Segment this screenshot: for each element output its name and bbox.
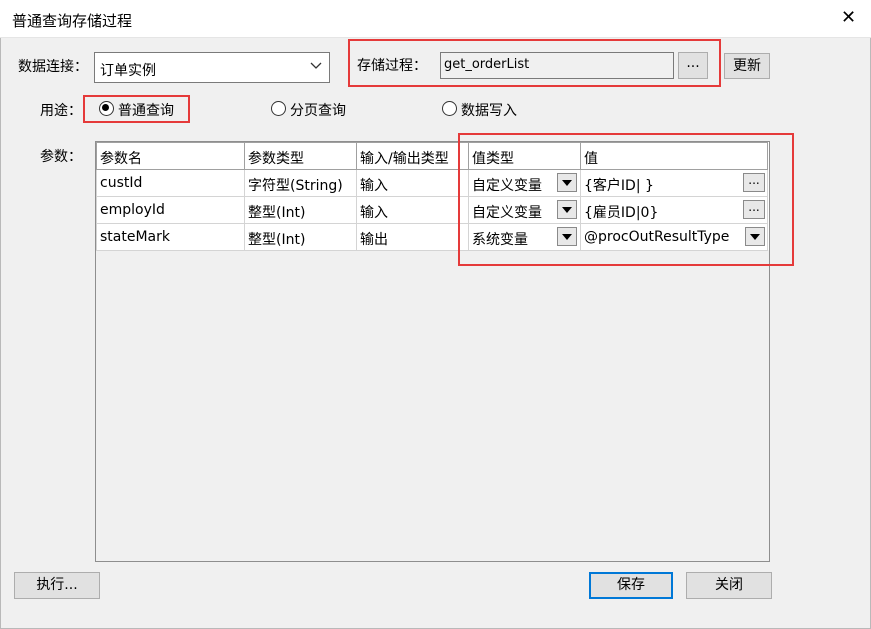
col-header-type[interactable]: 参数类型	[244, 142, 357, 170]
usage-label: 用途：	[40, 103, 82, 119]
connection-select[interactable]: 订单实例	[94, 52, 330, 83]
param-name-cell[interactable]: custId	[96, 169, 245, 197]
refresh-button[interactable]: 更新	[724, 53, 770, 79]
execute-button[interactable]: 执行...	[14, 572, 100, 599]
col-header-name[interactable]: 参数名	[96, 142, 245, 170]
procedure-highlight-box	[348, 39, 721, 87]
radio-circle	[271, 101, 286, 116]
radio-paged-query[interactable]	[271, 101, 286, 116]
usage-highlight-box	[83, 95, 190, 123]
radio-data-write[interactable]	[442, 101, 457, 116]
close-icon[interactable]: ✕	[841, 8, 856, 28]
close-button[interactable]: 关闭	[686, 572, 772, 599]
window-title: 普通查询存储过程	[12, 12, 133, 30]
radio-paged-query-label[interactable]: 分页查询	[290, 100, 346, 120]
title-bar: 普通查询存储过程 ✕	[0, 0, 871, 38]
param-type-cell[interactable]: 字符型(String)	[244, 169, 357, 197]
param-type-cell[interactable]: 整型(Int)	[244, 196, 357, 224]
connection-value: 订单实例	[100, 63, 156, 79]
params-grid-empty-area	[96, 250, 769, 561]
param-name-cell[interactable]: employId	[96, 196, 245, 224]
params-label: 参数：	[40, 149, 82, 165]
param-io-cell[interactable]: 输入	[356, 196, 469, 224]
param-type-cell[interactable]: 整型(Int)	[244, 223, 357, 251]
radio-circle	[442, 101, 457, 116]
save-button[interactable]: 保存	[589, 572, 673, 599]
param-io-cell[interactable]: 输入	[356, 169, 469, 197]
connection-label: 数据连接：	[18, 59, 88, 75]
radio-data-write-label[interactable]: 数据写入	[461, 100, 517, 120]
col-header-io[interactable]: 输入/输出类型	[356, 142, 469, 170]
param-name-cell[interactable]: stateMark	[96, 223, 245, 251]
param-io-cell[interactable]: 输出	[356, 223, 469, 251]
chevron-down-icon	[310, 62, 322, 69]
value-columns-highlight-box	[458, 133, 794, 266]
